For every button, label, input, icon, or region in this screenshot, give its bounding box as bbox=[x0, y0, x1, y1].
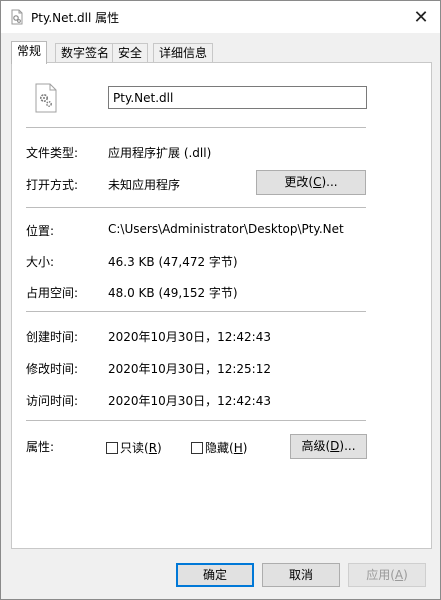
attributes-label: 属性: bbox=[26, 440, 55, 454]
title-bar[interactable]: Pty.Net.dll 属性 ✕ bbox=[1, 1, 440, 33]
opens-with-label: 打开方式: bbox=[26, 178, 79, 192]
size-on-disk-value: 48.0 KB (49,152 字节) bbox=[108, 286, 238, 300]
tab-details[interactable]: 详细信息 bbox=[153, 43, 214, 63]
close-icon: ✕ bbox=[413, 6, 429, 28]
advanced-button[interactable]: 高级(D)... bbox=[290, 434, 367, 459]
file-name-field[interactable]: Pty.Net.dll bbox=[108, 86, 367, 109]
location-label: 位置: bbox=[26, 224, 55, 238]
apply-button-key: A bbox=[394, 568, 404, 582]
size-value: 46.3 KB (47,472 字节) bbox=[108, 255, 238, 269]
accessed-value: 2020年10月30日，12:42:43 bbox=[108, 394, 271, 408]
hidden-key: H bbox=[233, 441, 243, 455]
advanced-button-text: 高级 bbox=[301, 439, 326, 453]
tab-digital-signatures[interactable]: 数字签名 bbox=[55, 43, 116, 63]
general-tab-panel: Pty.Net.dll 文件类型: 应用程序扩展 (.dll) 打开方式: 未知… bbox=[11, 62, 432, 549]
file-type-value: 应用程序扩展 (.dll) bbox=[108, 146, 212, 160]
window-title: Pty.Net.dll 属性 bbox=[31, 11, 120, 25]
modified-label: 修改时间: bbox=[26, 362, 79, 376]
readonly-checkbox[interactable] bbox=[106, 442, 118, 454]
divider bbox=[26, 311, 366, 312]
hidden-text: 隐藏 bbox=[205, 441, 230, 455]
change-button-text: 更改 bbox=[284, 175, 309, 189]
accessed-label: 访问时间: bbox=[26, 394, 79, 408]
close-button[interactable]: ✕ bbox=[402, 1, 440, 33]
properties-window: Pty.Net.dll 属性 ✕ 常规 数字签名 安全 详细信息 Pty.Net… bbox=[0, 0, 441, 600]
dll-gear-file-icon bbox=[34, 83, 58, 113]
dll-file-icon bbox=[9, 9, 25, 25]
advanced-button-suffix: ... bbox=[344, 439, 356, 453]
divider bbox=[26, 127, 366, 128]
hidden-label[interactable]: 隐藏(H) bbox=[205, 439, 247, 456]
hidden-checkbox[interactable] bbox=[191, 442, 203, 454]
file-type-label: 文件类型: bbox=[26, 146, 79, 160]
change-button-suffix: ... bbox=[326, 175, 338, 189]
modified-value: 2020年10月30日，12:25:12 bbox=[108, 362, 271, 376]
opens-with-value: 未知应用程序 bbox=[108, 178, 181, 192]
size-label: 大小: bbox=[26, 255, 55, 269]
apply-button-text: 应用 bbox=[366, 568, 391, 582]
change-button[interactable]: 更改(C)... bbox=[256, 170, 366, 195]
divider bbox=[26, 207, 366, 208]
advanced-button-key: D bbox=[330, 439, 340, 453]
readonly-label[interactable]: 只读(R) bbox=[120, 439, 162, 456]
divider bbox=[26, 420, 366, 421]
readonly-text: 只读 bbox=[120, 441, 145, 455]
readonly-key: R bbox=[148, 441, 158, 455]
cancel-button[interactable]: 取消 bbox=[262, 563, 340, 587]
size-on-disk-label: 占用空间: bbox=[26, 286, 79, 300]
created-label: 创建时间: bbox=[26, 330, 79, 344]
created-value: 2020年10月30日，12:42:43 bbox=[108, 330, 271, 344]
change-button-key: C bbox=[313, 175, 322, 189]
apply-button[interactable]: 应用(A) bbox=[348, 563, 426, 587]
ok-button[interactable]: 确定 bbox=[176, 563, 254, 587]
location-value: C:\Users\Administrator\Desktop\Pty.Net bbox=[108, 222, 344, 236]
tab-security[interactable]: 安全 bbox=[112, 43, 149, 63]
tab-general[interactable]: 常规 bbox=[11, 41, 48, 64]
